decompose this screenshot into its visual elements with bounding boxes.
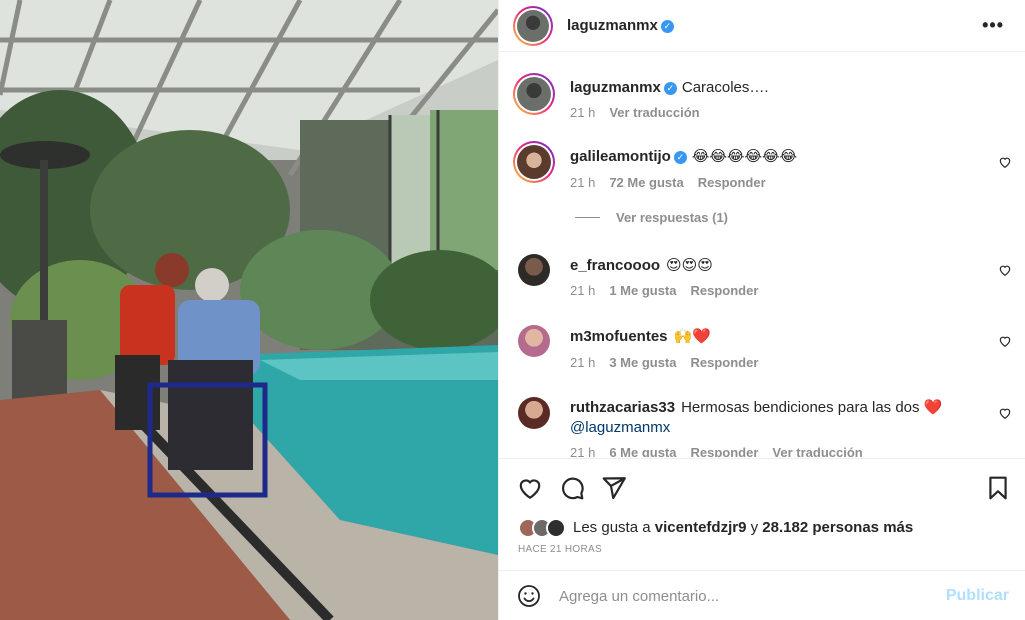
post-side-panel: laguzmanmx ✓ ••• laguzmanmx ✓ Caracoles…. 2… xyxy=(498,0,1025,620)
comment-bubble-icon[interactable] xyxy=(559,475,585,501)
post-actions: Les gusta a vicentefdzjr9 y 28.182 perso… xyxy=(499,458,1025,570)
author-avatar[interactable] xyxy=(513,6,553,46)
caption-username[interactable]: laguzmanmx xyxy=(570,79,661,96)
caption-time[interactable]: 21 h xyxy=(570,105,595,120)
emoji-icon[interactable] xyxy=(517,584,541,608)
save-bookmark-icon[interactable] xyxy=(985,475,1011,501)
reply-button[interactable]: Responder xyxy=(691,283,759,298)
photo-image xyxy=(0,0,498,620)
post-header: laguzmanmx ✓ ••• xyxy=(499,0,1025,52)
comment-input[interactable] xyxy=(559,585,919,607)
comment-text: m3mofuentes 🙌❤️ xyxy=(570,328,711,345)
reply-button[interactable]: Responder xyxy=(691,355,759,370)
likes-summary[interactable]: Les gusta a vicentefdzjr9 y 28.182 perso… xyxy=(573,519,913,536)
post-photo[interactable] xyxy=(0,0,498,620)
verified-icon: ✓ xyxy=(673,151,687,164)
post-timestamp[interactable]: HACE 21 HORAS xyxy=(518,544,602,555)
comment-text: e_francoooo 😍😍😍 xyxy=(570,257,713,274)
like-comment-heart-icon[interactable] xyxy=(998,334,1012,348)
comment-meta: 21 h6 Me gusta Responder Ver traducción xyxy=(570,445,877,457)
comment-likes[interactable]: 6 Me gusta xyxy=(609,445,676,457)
comment-meta: 21 h3 Me gusta Responder xyxy=(570,355,759,370)
reply-button[interactable]: Responder xyxy=(691,445,759,457)
comment-meta: 21 h1 Me gusta Responder xyxy=(570,283,759,298)
like-comment-heart-icon[interactable] xyxy=(998,406,1012,420)
reply-button[interactable]: Responder xyxy=(698,175,766,190)
comment-likes[interactable]: 3 Me gusta xyxy=(609,355,676,370)
comment-avatar[interactable] xyxy=(518,254,550,286)
caption-meta: 21 h Ver traducción xyxy=(570,105,714,120)
publish-button[interactable]: Publicar xyxy=(946,587,1009,605)
comment-avatar[interactable] xyxy=(513,141,555,183)
comment-text: ruthzacarias33 Hermosas bendiciones para … xyxy=(570,399,943,416)
likes-count: 28.182 personas más xyxy=(762,519,914,536)
comment-username[interactable]: m3mofuentes xyxy=(570,328,668,345)
comment-avatar[interactable] xyxy=(518,397,550,429)
comment-meta: 21 h 72 Me gusta Responder xyxy=(570,175,766,190)
mention-link[interactable]: @laguzmanmx xyxy=(570,419,670,436)
comment-translate-link[interactable]: Ver traducción xyxy=(772,445,862,457)
caption-translate-link[interactable]: Ver traducción xyxy=(609,105,699,120)
comment-likes[interactable]: 72 Me gusta xyxy=(609,175,683,190)
verified-icon: ✓ xyxy=(663,82,677,95)
like-comment-heart-icon[interactable] xyxy=(998,155,1012,169)
author-username[interactable]: laguzmanmx ✓ xyxy=(567,17,674,34)
share-send-icon[interactable] xyxy=(601,475,627,501)
comment-username[interactable]: galileamontijo xyxy=(570,148,671,165)
view-replies-button[interactable]: Ver respuestas (1) xyxy=(575,210,728,225)
comment-avatar[interactable] xyxy=(518,325,550,357)
avatar xyxy=(546,518,566,538)
comment-username[interactable]: e_francoooo xyxy=(570,257,660,274)
more-options-icon[interactable]: ••• xyxy=(982,15,1004,36)
caption-avatar[interactable] xyxy=(513,73,555,115)
comment-likes[interactable]: 1 Me gusta xyxy=(609,283,676,298)
like-comment-heart-icon[interactable] xyxy=(998,263,1012,277)
like-heart-icon[interactable] xyxy=(517,475,543,501)
comment-username[interactable]: ruthzacarias33 xyxy=(570,399,675,416)
liked-by-avatars[interactable] xyxy=(518,518,572,540)
liked-by-username: vicentefdzjr9 xyxy=(654,519,747,536)
caption-text: laguzmanmx ✓ Caracoles…. xyxy=(570,79,769,96)
comment-text: galileamontijo ✓ 😂😂😂😂😂😂 xyxy=(570,148,798,165)
comments-list[interactable]: laguzmanmx ✓ Caracoles…. 21 h Ver traducció… xyxy=(499,53,1025,457)
verified-icon: ✓ xyxy=(660,20,674,33)
add-comment-bar: Publicar xyxy=(499,570,1025,620)
